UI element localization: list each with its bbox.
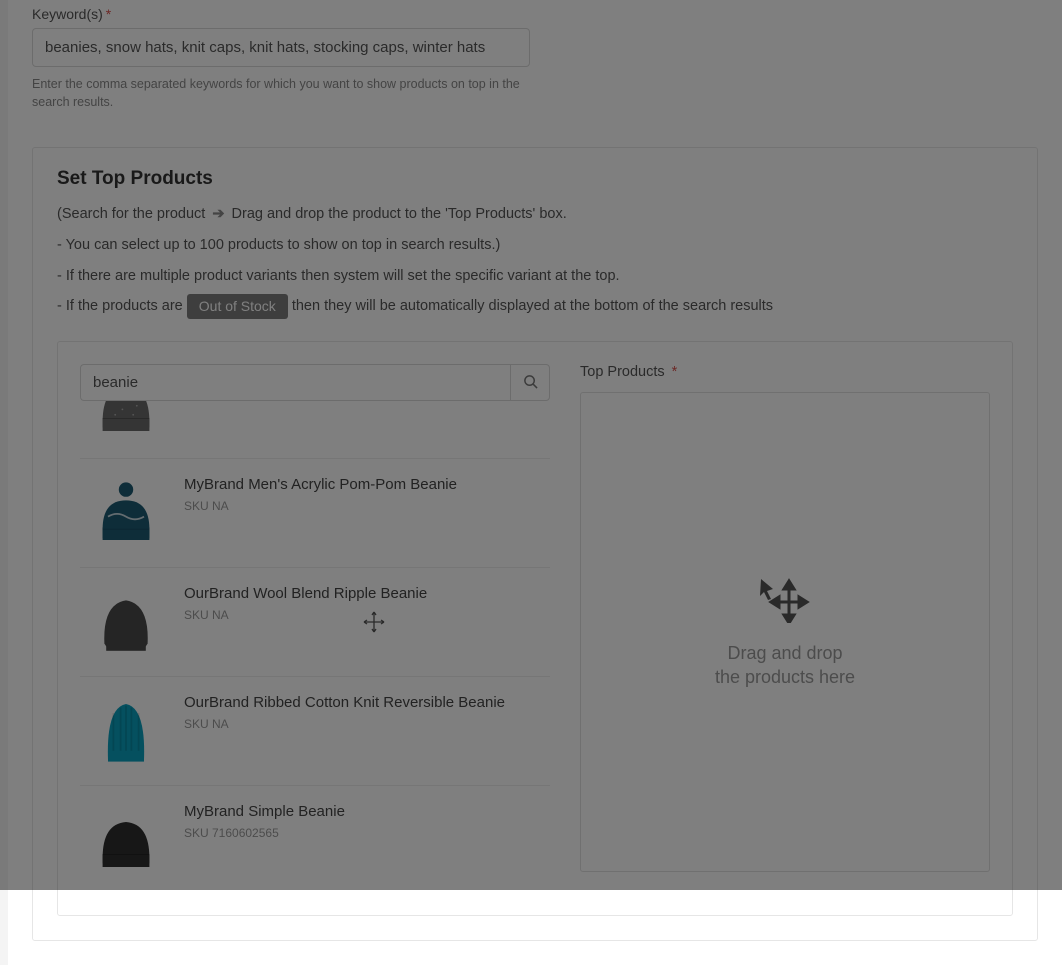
set-top-instruction-1: (Search for the product ➔ Drag and drop … — [57, 202, 1013, 227]
keywords-input[interactable] — [32, 28, 530, 67]
out-of-stock-badge: Out of Stock — [187, 294, 288, 319]
product-thumb — [86, 582, 166, 662]
product-thumb — [86, 691, 166, 771]
drag-drop-icon — [757, 575, 813, 627]
top-products-label: Top Products * — [580, 364, 990, 380]
product-sku: SKU NA — [184, 608, 427, 622]
search-result-item[interactable]: OurBrand Ribbed Cotton Knit Reversible B… — [80, 677, 550, 786]
search-icon — [523, 374, 538, 392]
product-name: MyBrand Men's Acrylic Pom-Pom Beanie — [184, 475, 457, 495]
product-search-input[interactable] — [80, 364, 510, 401]
arrow-right-icon: ➔ — [212, 206, 224, 222]
top-products-dropzone[interactable]: Drag and drop the products here — [580, 392, 990, 872]
set-top-heading: Set Top Products — [57, 168, 1013, 190]
search-result-item[interactable]: MyBrand Men's Acrylic Pom-Pom Beanie SKU… — [80, 459, 550, 568]
product-thumb — [86, 473, 166, 553]
product-name: OurBrand Ribbed Cotton Knit Reversible B… — [184, 693, 505, 713]
set-top-products-panel: Set Top Products (Search for the product… — [32, 147, 1038, 941]
product-name: OurBrand Wool Blend Ripple Beanie — [184, 584, 427, 604]
search-result-item[interactable]: MyBrand Gray Marled Wool Beanie SKU NA — [80, 401, 550, 459]
product-name: MyBrand Simple Beanie — [184, 802, 345, 822]
keywords-label: Keyword(s)* — [32, 6, 1038, 22]
search-result-item[interactable]: OurBrand Wool Blend Ripple Beanie SKU NA — [80, 568, 550, 677]
set-top-instruction-3: - If there are multiple product variants… — [57, 264, 1013, 289]
search-result-item[interactable]: MyBrand Simple Beanie SKU 7160602565 — [80, 786, 550, 893]
product-selection-panel: MyBrand Gray Marled Wool Beanie SKU NA M… — [57, 341, 1013, 916]
search-results-list[interactable]: MyBrand Gray Marled Wool Beanie SKU NA M… — [80, 401, 550, 893]
keywords-helper: Enter the comma separated keywords for w… — [32, 75, 537, 111]
product-sku: SKU NA — [184, 499, 457, 513]
set-top-instruction-4: - If the products are Out of Stock then … — [57, 294, 1013, 319]
keywords-field: Keyword(s)* Enter the comma separated ke… — [32, 6, 1038, 111]
product-sku: SKU NA — [184, 717, 505, 731]
search-button[interactable] — [510, 364, 550, 401]
product-thumb — [86, 800, 166, 880]
product-thumb — [86, 401, 166, 444]
set-top-instruction-2: - You can select up to 100 products to s… — [57, 233, 1013, 258]
product-sku: SKU NA — [184, 401, 420, 404]
product-sku: SKU 7160602565 — [184, 826, 345, 840]
dropzone-text: Drag and drop the products here — [715, 641, 855, 690]
